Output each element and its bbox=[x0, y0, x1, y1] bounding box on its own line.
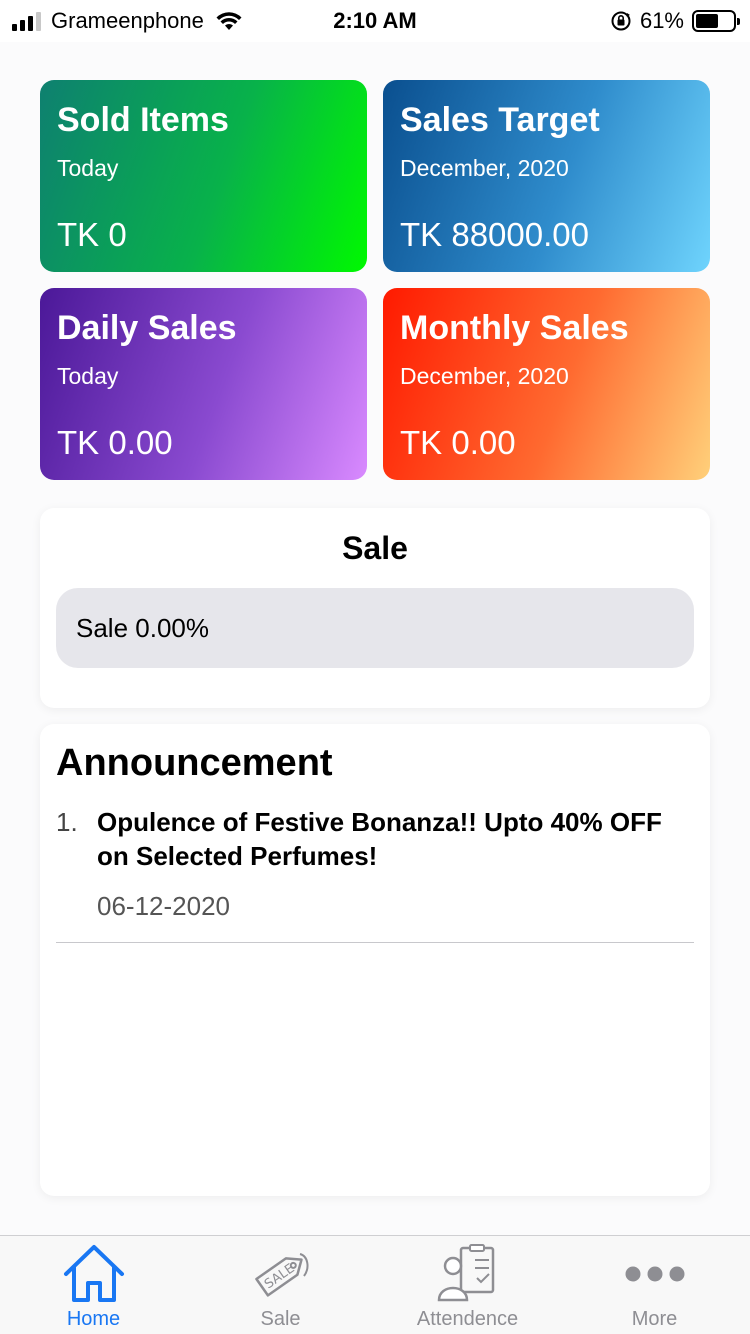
card-title: Monthly Sales bbox=[400, 309, 629, 347]
daily-sales-card[interactable]: Daily Sales Today TK 0.00 bbox=[40, 288, 367, 480]
rotation-lock-icon bbox=[611, 11, 631, 31]
status-right: 61% bbox=[610, 8, 740, 34]
announcement-item[interactable]: 1. Opulence of Festive Bonanza!! Upto 40… bbox=[56, 805, 694, 922]
card-value: TK 0 bbox=[57, 216, 127, 253]
sale-progress-text: Sale 0.00% bbox=[76, 613, 209, 643]
battery-fill bbox=[696, 14, 718, 28]
status-bar: Grameenphone 2:10 AM 61% bbox=[0, 0, 750, 42]
tab-more[interactable]: More bbox=[561, 1236, 748, 1334]
card-title: Sales Target bbox=[400, 101, 600, 139]
card-title: Daily Sales bbox=[57, 309, 237, 347]
card-subtitle: December, 2020 bbox=[400, 155, 569, 181]
monthly-sales-card[interactable]: Monthly Sales December, 2020 TK 0.00 bbox=[383, 288, 710, 480]
announcement-number: 1. bbox=[56, 807, 78, 837]
sale-progress-bar: Sale 0.00% bbox=[56, 588, 694, 668]
tab-label: Attendence bbox=[416, 1308, 519, 1330]
tab-label: Sale bbox=[260, 1308, 301, 1330]
announcement-body: Opulence of Festive Bonanza!! Upto 40% O… bbox=[97, 805, 694, 922]
tab-label: More bbox=[631, 1308, 678, 1330]
sales-target-card[interactable]: Sales Target December, 2020 TK 88000.00 bbox=[383, 80, 710, 272]
card-value: TK 88000.00 bbox=[400, 216, 589, 253]
battery-icon bbox=[692, 10, 740, 32]
tab-sale[interactable]: SALE Sale bbox=[187, 1236, 374, 1334]
home-content: Sold Items Today TK 0 Sales Target Decem… bbox=[0, 42, 750, 1235]
sale-title: Sale bbox=[342, 530, 408, 566]
card-subtitle: Today bbox=[57, 155, 119, 181]
announcement-divider bbox=[56, 942, 694, 943]
sale-panel: Sale Sale 0.00% bbox=[40, 508, 710, 708]
sold-items-card[interactable]: Sold Items Today TK 0 bbox=[40, 80, 367, 272]
announcement-title: Announcement bbox=[56, 742, 333, 784]
battery-percent: 61% bbox=[639, 8, 684, 33]
more-dots-icon bbox=[625, 1266, 684, 1282]
announcement-text: Opulence of Festive Bonanza!! Upto 40% O… bbox=[97, 807, 662, 871]
announcement-date: 06-12-2020 bbox=[97, 891, 230, 921]
card-value: TK 0.00 bbox=[57, 424, 173, 461]
home-icon bbox=[63, 1245, 124, 1302]
tab-attendence[interactable]: Attendence bbox=[374, 1236, 561, 1334]
sale-tag-icon: SALE bbox=[254, 1253, 308, 1297]
card-subtitle: Today bbox=[57, 363, 119, 389]
card-subtitle: December, 2020 bbox=[400, 363, 569, 389]
attendance-clipboard-icon bbox=[437, 1244, 494, 1302]
tab-home[interactable]: Home bbox=[0, 1236, 187, 1334]
card-title: Sold Items bbox=[57, 101, 229, 139]
announcement-panel: Announcement 1. Opulence of Festive Bona… bbox=[40, 724, 710, 1196]
tab-bar: Home SALE Sale Attendence More bbox=[0, 1235, 750, 1334]
tab-label: Home bbox=[66, 1308, 121, 1330]
card-value: TK 0.00 bbox=[400, 424, 516, 461]
